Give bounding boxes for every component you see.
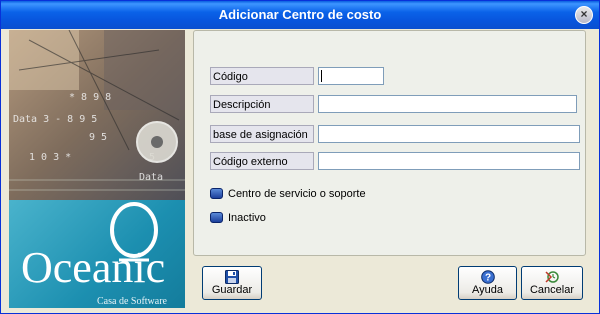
window-title: Adicionar Centro de costo [218, 7, 382, 22]
inactivo-label: Inactivo [228, 212, 266, 224]
title-bar: Adicionar Centro de costo × [1, 1, 599, 29]
guardar-button-label: Guardar [211, 284, 253, 296]
codigo-externo-label: Código externo [210, 152, 314, 170]
centro-servicio-label: Centro de servicio o soporte [228, 188, 366, 200]
svg-text:1 0 3 *: 1 0 3 * [29, 152, 71, 163]
svg-text:* 8 9 8: * 8 9 8 [69, 92, 111, 103]
svg-text:Data: Data [139, 172, 163, 183]
descripcion-label: Descripción [210, 95, 314, 113]
floppy-disk-icon [225, 270, 239, 284]
inactivo-checkbox[interactable] [210, 212, 223, 223]
inactivo-checkbox-row[interactable]: Inactivo [210, 211, 310, 225]
base-asignacion-label: base de asignación [210, 125, 314, 143]
codigo-label: Código [210, 67, 314, 85]
svg-text:?: ? [484, 273, 490, 284]
logo-tagline: Casa de Software [97, 296, 167, 307]
svg-text:Data 3 - 8 9 5: Data 3 - 8 9 5 [13, 114, 97, 125]
text-cursor [321, 70, 322, 82]
form-panel: Código Descripción base de asignación Có… [193, 30, 586, 256]
descripcion-field[interactable] [318, 95, 577, 113]
ayuda-button[interactable]: ? Ayuda [458, 266, 517, 300]
base-asignacion-field[interactable] [318, 125, 580, 143]
centro-servicio-checkbox-row[interactable]: Centro de servicio o soporte [210, 187, 410, 201]
codigo-field[interactable] [318, 67, 384, 85]
logo-brand-text: Oceanic [21, 243, 166, 292]
logo-collage-graphic: Data 3 - 8 9 5 * 8 9 8 9 5 Data 5 1 0 3 … [9, 30, 185, 200]
centro-servicio-checkbox[interactable] [210, 188, 223, 199]
codigo-externo-field[interactable] [318, 152, 580, 170]
guardar-button[interactable]: Guardar [202, 266, 262, 300]
cancelar-button[interactable]: Cancelar [521, 266, 583, 300]
dialog-window: Adicionar Centro de costo × Data 3 - 8 9… [0, 0, 600, 314]
cancel-icon [545, 271, 559, 283]
svg-text:9 5: 9 5 [89, 132, 107, 143]
ayuda-button-label: Ayuda [472, 284, 503, 296]
oceanic-logo-image: Data 3 - 8 9 5 * 8 9 8 9 5 Data 5 1 0 3 … [9, 30, 185, 308]
help-icon: ? [480, 270, 495, 284]
close-button[interactable]: × [575, 6, 593, 24]
cancelar-button-label: Cancelar [529, 284, 575, 296]
close-icon: × [580, 7, 588, 21]
